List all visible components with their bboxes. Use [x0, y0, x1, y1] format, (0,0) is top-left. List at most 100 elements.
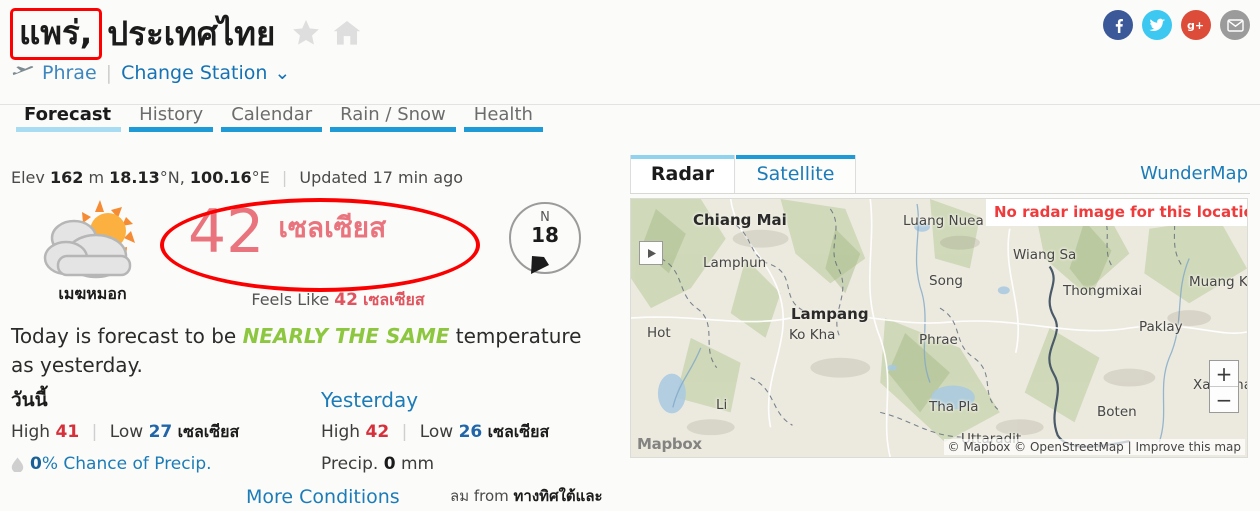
map-zoom-controls: + −	[1209, 360, 1239, 413]
tab-rain-snow[interactable]: Rain / Snow	[326, 104, 460, 132]
latitude-unit: °N,	[159, 168, 185, 187]
yesterday-precip-label: Precip.	[321, 454, 379, 474]
map-label: Boten	[1097, 404, 1137, 420]
today-heading: วันนี้	[11, 389, 48, 411]
map-label: Wiang Sa	[1013, 247, 1077, 263]
city-name-annotation-box: แพร่,	[10, 8, 103, 60]
email-share-button[interactable]	[1220, 10, 1250, 40]
yesterday-heading: Yesterday	[321, 388, 419, 412]
tab-forecast[interactable]: Forecast	[12, 104, 125, 132]
yesterday-low-value: 26	[458, 422, 483, 442]
radar-map-panel: Radar Satellite WunderMap Chiang Mai Lua…	[630, 155, 1250, 460]
zoom-out-button[interactable]: −	[1210, 387, 1238, 412]
map-label: Ko Kha	[789, 327, 836, 343]
map-label: Lampang	[791, 305, 869, 323]
station-row: Phrae | Change Station ⌄	[12, 62, 290, 84]
no-radar-message: No radar image for this location.	[986, 199, 1247, 226]
forecast-sentence-before: Today is forecast to be	[11, 324, 237, 348]
today-high-value: 41	[55, 422, 80, 442]
wind-text-prefix: ลม from	[450, 487, 509, 505]
today-low-value: 27	[148, 422, 173, 442]
tab-history[interactable]: History	[125, 104, 217, 132]
airplane-icon	[12, 64, 42, 82]
social-share-buttons: g+	[1103, 10, 1250, 40]
tab-underline	[129, 127, 214, 132]
tab-calendar-label: Calendar	[231, 104, 313, 125]
feels-like-unit: เซลเซียส	[363, 290, 425, 309]
feels-like-row: Feels Like 42 เซลเซียส	[188, 288, 488, 313]
tab-underline	[463, 127, 543, 132]
temperature-unit: เซลเซียส	[278, 211, 387, 244]
tab-rain-snow-label: Rain / Snow	[340, 104, 446, 125]
tab-history-label: History	[139, 104, 204, 125]
map-label: Lamphun	[703, 255, 767, 271]
elev-label: Elev	[11, 168, 45, 187]
yesterday-precip-value: 0	[383, 454, 396, 474]
section-tabs: Forecast History Calendar Rain / Snow He…	[12, 104, 547, 132]
tab-top-line	[631, 155, 734, 159]
station-link[interactable]: Phrae	[42, 62, 97, 84]
map-label: Luang Nuea	[903, 213, 984, 229]
map-label: Paklay	[1139, 319, 1183, 335]
tab-calendar[interactable]: Calendar	[217, 104, 326, 132]
map-label: Tha Pla	[929, 399, 979, 415]
svg-text:g+: g+	[1187, 19, 1204, 32]
play-icon[interactable]	[639, 241, 663, 265]
longitude-value: 100.16	[189, 168, 252, 187]
map-label: Thongmixai	[1063, 283, 1143, 299]
wind-direction-text: ลม from ทางทิศใต้และ	[450, 484, 603, 508]
page-title: แพร่,	[19, 13, 93, 52]
today-high-low: High 41 | Low 27 เซลเซียส	[11, 420, 311, 445]
home-icon[interactable]	[332, 18, 362, 47]
weather-page: แพร่, ประเทศไทย Phrae | Change Station ⌄	[0, 0, 1260, 511]
map-label: Li	[716, 397, 728, 413]
change-station-button[interactable]: Change Station ⌄	[121, 62, 290, 84]
partly-cloudy-icon	[30, 198, 155, 280]
star-icon[interactable]	[291, 18, 321, 47]
tab-health-label: Health	[473, 104, 533, 125]
tab-top-line	[736, 155, 855, 159]
tab-satellite[interactable]: Satellite	[736, 155, 856, 193]
twitter-share-button[interactable]	[1142, 10, 1172, 40]
tab-satellite-label: Satellite	[756, 163, 835, 185]
yesterday-high-label: High	[321, 422, 361, 442]
tab-radar[interactable]: Radar	[630, 155, 735, 193]
favorite-icons	[291, 18, 362, 51]
more-conditions-link[interactable]: More Conditions	[246, 486, 400, 508]
forecast-sentence: Today is forecast to be NEARLY THE SAME …	[11, 322, 591, 380]
tab-health[interactable]: Health	[460, 104, 547, 132]
today-low-label: Low	[109, 422, 144, 442]
chevron-down-icon: ⌄	[274, 62, 291, 84]
elev-unit: m	[88, 168, 105, 187]
facebook-share-button[interactable]	[1103, 10, 1133, 40]
today-column: วันนี้ High 41 | Low 27 เซลเซียส 0% Chan…	[11, 388, 311, 474]
yesterday-column: Yesterday High 42 | Low 26 เซลเซียส Prec…	[321, 388, 611, 474]
meta-separator: |	[281, 168, 288, 187]
map-tabs: Radar Satellite WunderMap	[630, 155, 1250, 194]
wind-compass-dial: N 18	[509, 202, 581, 274]
raindrop-icon	[11, 457, 24, 473]
tab-underline	[16, 127, 122, 132]
zoom-in-button[interactable]: +	[1210, 361, 1238, 387]
yesterday-high-value: 42	[365, 422, 390, 442]
today-precip-chance[interactable]: 0% Chance of Precip.	[11, 454, 311, 474]
map-label: Chiang Mai	[693, 211, 787, 229]
change-station-label: Change Station	[121, 62, 268, 84]
condition-label: เมฆหมอก	[58, 284, 127, 303]
google-plus-share-button[interactable]: g+	[1181, 10, 1211, 40]
map-label: Song	[929, 273, 963, 289]
tab-underline	[330, 127, 456, 132]
latitude-value: 18.13	[109, 168, 160, 187]
map-viewport[interactable]: Chiang Mai Luang Nuea Lamphun Wiang Sa S…	[630, 198, 1248, 458]
map-attribution[interactable]: © Mapbox © OpenStreetMap | Improve this …	[943, 439, 1245, 455]
high-low-separator: |	[401, 422, 408, 442]
today-unit: เซลเซียส	[177, 422, 240, 441]
wind-text-direction: ทางทิศใต้และ	[513, 487, 603, 505]
wundermap-link[interactable]: WunderMap	[1140, 163, 1248, 184]
wind-speed-value: 18	[531, 223, 559, 247]
updated-label: Updated	[299, 168, 368, 187]
wind-block: N 18 ลม from ทางทิศใต้และ	[450, 202, 630, 505]
temperature-block: 42 เซลเซียส	[188, 200, 478, 264]
location-title-area: แพร่, ประเทศไทย	[10, 8, 362, 60]
map-label: Phrae	[919, 332, 958, 348]
